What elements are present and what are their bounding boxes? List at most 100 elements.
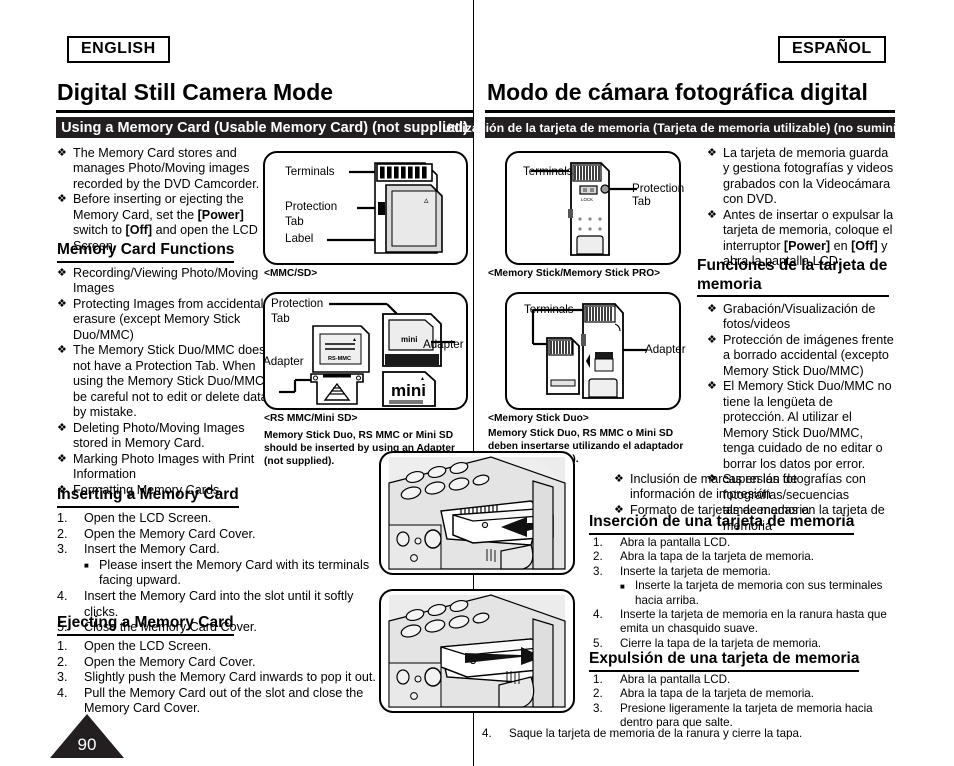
label-protection-line2: Tab bbox=[271, 312, 290, 325]
english-function-bullets: ❖ Recording/Viewing Photo/Moving Images ❖… bbox=[57, 266, 272, 498]
list-item: 1. Open the LCD Screen. bbox=[57, 511, 387, 527]
sub-step: ■ Please insert the Memory Card with its … bbox=[84, 558, 387, 589]
heading-funciones-tarjeta-memoria: Funciones de la tarjeta de memoria bbox=[697, 257, 889, 298]
svg-text:▴: ▴ bbox=[421, 376, 424, 382]
step-text: Open the LCD Screen. bbox=[84, 639, 212, 653]
caption-memory-stick-duo: <Memory Stick Duo> bbox=[488, 413, 589, 424]
list-item: ❖ La tarjeta de memoria guarda y gestiona… bbox=[707, 146, 897, 208]
diamond-bullet-icon: ❖ bbox=[57, 297, 67, 310]
step-number: 4. bbox=[482, 727, 492, 740]
bullet-text: Marking Photo Images with Print Informat… bbox=[73, 451, 255, 482]
list-item: 2. Abra la tapa de la tarjeta de memoria. bbox=[593, 550, 893, 564]
step-number: 1. bbox=[57, 511, 68, 525]
diamond-bullet-icon: ❖ bbox=[707, 303, 717, 315]
figure-mmc-sd-panel: ▵ Terminals Protection Tab Label bbox=[263, 151, 468, 265]
list-item: ❖ Recording/Viewing Photo/Moving Images bbox=[57, 266, 272, 297]
square-bullet-icon: ■ bbox=[84, 560, 89, 570]
bullet-text: Recording/Viewing Photo/Moving Images bbox=[73, 266, 259, 296]
label-protection-tab-line1: Protection bbox=[285, 200, 338, 213]
caption-rs-mmc-mini-sd: <RS MMC/Mini SD> bbox=[264, 413, 358, 424]
step-text: Cierre la tapa de la tarjeta de memoria. bbox=[620, 636, 822, 650]
language-badge-spanish: ESPAÑOL bbox=[778, 36, 886, 64]
caption-memory-stick: <Memory Stick/Memory Stick PRO> bbox=[488, 268, 661, 279]
list-item: 4. Inserte la tarjeta de memoria en la ra… bbox=[593, 608, 893, 637]
list-item: ❖ Deleting Photo/Moving Images stored in … bbox=[57, 421, 272, 452]
list-item: 2. Open the Memory Card Cover. bbox=[57, 655, 387, 671]
heading-insercion-tarjeta-memoria: Inserción de una tarjeta de memoria bbox=[589, 513, 855, 535]
bullet-text: Grabación/Visualización de fotos/videos bbox=[723, 302, 876, 332]
heading-inserting-a-memory-card: Inserting a Memory Card bbox=[57, 486, 239, 508]
bullet-text: El Memory Stick Duo/MMC no tiene la leng… bbox=[723, 379, 892, 471]
figure-camcorder-eject-panel bbox=[379, 589, 575, 713]
bullet-text: Deleting Photo/Moving Images stored in M… bbox=[73, 420, 245, 451]
diamond-bullet-icon: ❖ bbox=[57, 421, 67, 434]
step-number: 2. bbox=[57, 526, 68, 541]
label-terminals: Terminals bbox=[285, 165, 335, 178]
sub-step-text: Please insert the Memory Card with its t… bbox=[99, 557, 370, 588]
bullet-text: The Memory Stick Duo/MMC does not have a… bbox=[73, 343, 268, 420]
list-item: 4. Pull the Memory Card out of the slot a… bbox=[57, 686, 387, 717]
bullet-text: La tarjeta de memoria guarda y gestiona … bbox=[723, 146, 894, 207]
list-item: 2. Abra la tapa de la tarjeta de memoria. bbox=[593, 687, 893, 701]
step-text: Inserte la tarjeta de memoria. bbox=[620, 564, 771, 578]
title-rule-english bbox=[56, 110, 473, 113]
page-number-badge: 90 bbox=[50, 714, 124, 758]
list-item: 4. Saque la tarjeta de memoria de la ranu… bbox=[482, 727, 892, 741]
step-text: Pull the Memory Card out of the slot and… bbox=[84, 685, 364, 716]
list-item: ❖ Protección de imágenes frente a borrado… bbox=[707, 333, 897, 379]
english-intro-bullets: ❖ The Memory Card stores and manages Phot… bbox=[57, 146, 262, 254]
list-item: 3. Slightly push the Memory Card inwards … bbox=[57, 670, 387, 686]
label-terminals: Terminals bbox=[524, 303, 574, 316]
list-item: ❖ Protecting Images from accidental erasu… bbox=[57, 297, 272, 343]
list-item: ❖ Grabación/Visualización de fotos/videos bbox=[707, 302, 897, 333]
step-number: 2. bbox=[593, 687, 603, 701]
list-item: 1. Abra la pantalla LCD. bbox=[593, 673, 893, 687]
manual-page: ENGLISH ESPAÑOL Digital Still Camera Mod… bbox=[0, 0, 954, 766]
figure-camcorder-insert-panel bbox=[379, 451, 575, 575]
step-number: 3. bbox=[593, 564, 603, 578]
heading-memory-card-functions: Memory Card Functions bbox=[57, 241, 235, 263]
figure-memory-stick-panel: LOCK Terminals Protection Tab bbox=[505, 151, 684, 265]
step-text: Inserte la tarjeta de memoria en la ranu… bbox=[620, 607, 887, 636]
list-item: 3. Insert the Memory Card. bbox=[57, 542, 387, 558]
camcorder-insert-card-illustration bbox=[388, 456, 566, 570]
diamond-bullet-icon: ❖ bbox=[707, 380, 717, 393]
caption-mmc-sd: <MMC/SD> bbox=[264, 268, 318, 279]
list-item: ❖ Inclusión de marcas en las fotografías … bbox=[614, 472, 894, 503]
label-protection-line1: Protection bbox=[271, 297, 324, 310]
bullet-text: The Memory Card stores and manages Photo… bbox=[73, 146, 260, 191]
chapter-title-english: Digital Still Camera Mode bbox=[57, 79, 334, 105]
square-bullet-icon: ■ bbox=[620, 582, 625, 592]
title-rule-spanish bbox=[485, 110, 895, 113]
camcorder-eject-card-illustration bbox=[388, 594, 566, 708]
page-number: 90 bbox=[77, 735, 97, 754]
figure-rs-mmc-mini-sd-panel: RS-MMC ▴ mini mini ▴ Protection Tab Adap… bbox=[263, 292, 468, 410]
step-number: 3. bbox=[57, 670, 68, 685]
list-item: ❖ El Memory Stick Duo/MMC no tiene la len… bbox=[707, 379, 897, 472]
diamond-bullet-icon: ❖ bbox=[707, 147, 717, 159]
step-text: Abra la pantalla LCD. bbox=[620, 536, 731, 549]
svg-text:LOCK: LOCK bbox=[581, 197, 593, 202]
step-number: 2. bbox=[57, 654, 68, 669]
step-text: Slightly push the Memory Card inwards to… bbox=[84, 670, 376, 685]
label-adapter-left: Adapter bbox=[263, 355, 304, 368]
svg-text:RS-MMC: RS-MMC bbox=[328, 356, 351, 362]
diamond-bullet-icon: ❖ bbox=[614, 473, 624, 485]
sub-step: ■ Inserte la tarjeta de memoria con sus t… bbox=[620, 579, 893, 608]
list-item: ■ Please insert the Memory Card with its … bbox=[57, 558, 387, 589]
spanish-function-bullets-wide: ❖ Inclusión de marcas en las fotografías … bbox=[614, 472, 894, 518]
english-ejecting-steps: 1. Open the LCD Screen. 2. Open the Memory… bbox=[57, 639, 387, 717]
list-item: 2. Open the Memory Card Cover. bbox=[57, 527, 387, 543]
list-item: ❖ The Memory Card stores and manages Phot… bbox=[57, 146, 262, 192]
svg-text:▵: ▵ bbox=[424, 195, 429, 205]
figure-memory-stick-duo-panel: Terminals Adapter bbox=[505, 292, 686, 410]
step-number: 4. bbox=[593, 607, 603, 621]
step-text: Abra la pantalla LCD. bbox=[620, 673, 731, 686]
step-number: 5. bbox=[593, 636, 603, 650]
list-item: 3. Inserte la tarjeta de memoria. bbox=[593, 565, 893, 579]
diamond-bullet-icon: ❖ bbox=[57, 147, 67, 159]
heading-expulsion-tarjeta-memoria: Expulsión de una tarjeta de memoria bbox=[589, 650, 860, 672]
step-number: 1. bbox=[57, 639, 68, 653]
mini-brand-text-large: mini bbox=[391, 381, 426, 400]
step-text: Abra la tapa de la tarjeta de memoria. bbox=[620, 550, 814, 564]
